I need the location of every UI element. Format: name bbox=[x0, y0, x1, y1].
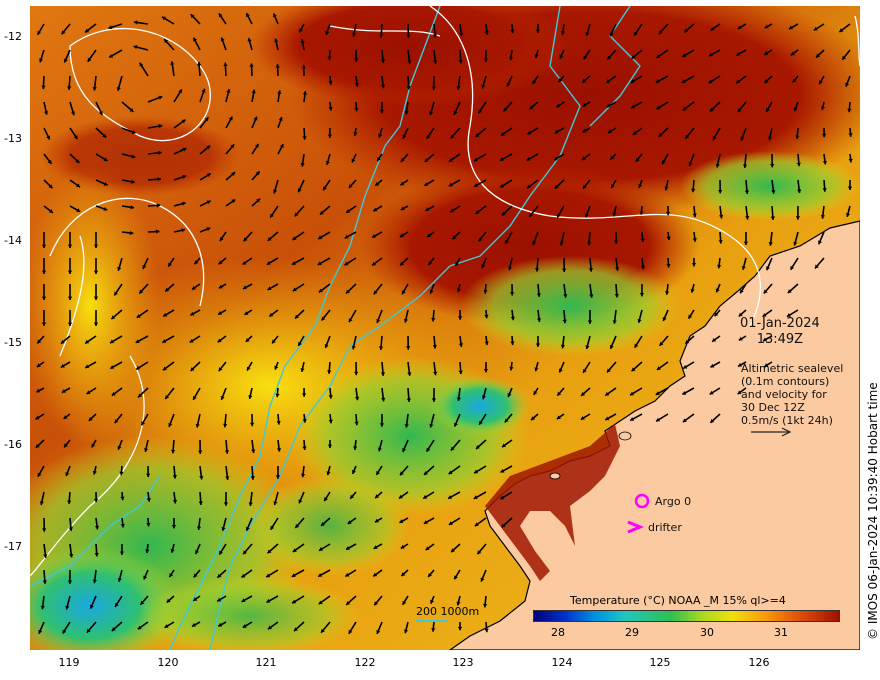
latitude-tick: -16 bbox=[4, 438, 22, 451]
longitude-tick: 124 bbox=[551, 656, 573, 669]
latitude-tick: -12 bbox=[4, 30, 22, 43]
latitude-tick: -15 bbox=[4, 336, 22, 349]
latitude-tick: -17 bbox=[4, 540, 22, 553]
longitude-tick: 120 bbox=[157, 656, 179, 669]
longitude-tick: 126 bbox=[748, 656, 770, 669]
argo-label: Argo 0 bbox=[655, 495, 692, 508]
depth-contour-legend: 200 1000m bbox=[416, 605, 480, 618]
altimetry-note: Altimetric sealevel (0.1m contours) and … bbox=[741, 362, 851, 427]
cool-region bbox=[680, 151, 860, 221]
island bbox=[549, 472, 561, 480]
altimetry-note-line: 30 Dec 12Z bbox=[741, 401, 805, 414]
altimetry-note-line: and velocity for bbox=[741, 388, 827, 401]
colorbar-tick: 28 bbox=[551, 626, 565, 639]
copyright-label: © IMOS 06-Jan-2024 10:39:40 Hobart time bbox=[866, 382, 880, 640]
longitude-tick: 125 bbox=[649, 656, 671, 669]
longitude-tick: 119 bbox=[58, 656, 80, 669]
colorbar-tick: 31 bbox=[774, 626, 788, 639]
altimetry-note-line: 0.5m/s (1kt 24h) bbox=[741, 414, 833, 427]
longitude-tick: 122 bbox=[354, 656, 376, 669]
cool-region bbox=[250, 476, 410, 576]
colorbar-tick: 30 bbox=[700, 626, 714, 639]
longitude-tick: 123 bbox=[452, 656, 474, 669]
map-time: 13:49Z bbox=[756, 332, 804, 347]
temperature-colorbar bbox=[533, 610, 840, 622]
altimetry-note-line: (0.1m contours) bbox=[741, 375, 830, 388]
island bbox=[618, 431, 632, 441]
depth-contour-swatch bbox=[416, 620, 448, 622]
latitude-tick: -14 bbox=[4, 234, 22, 247]
sst-map bbox=[30, 6, 860, 650]
colorbar-tick: 29 bbox=[625, 626, 639, 639]
latitude-tick: -13 bbox=[4, 132, 22, 145]
colorbar-title: Temperature (°C) NOAA _M 15% ql>=4 bbox=[570, 594, 786, 607]
date-time-label: 01-Jan-2024 13:49Z bbox=[740, 316, 820, 348]
altimetry-note-line: Altimetric sealevel bbox=[741, 362, 844, 375]
cool-region bbox=[460, 256, 680, 356]
longitude-tick: 121 bbox=[255, 656, 277, 669]
map-canvas bbox=[30, 6, 860, 650]
map-date: 01-Jan-2024 bbox=[740, 316, 820, 331]
cool-region bbox=[430, 376, 530, 436]
drifter-label: drifter bbox=[648, 521, 682, 534]
